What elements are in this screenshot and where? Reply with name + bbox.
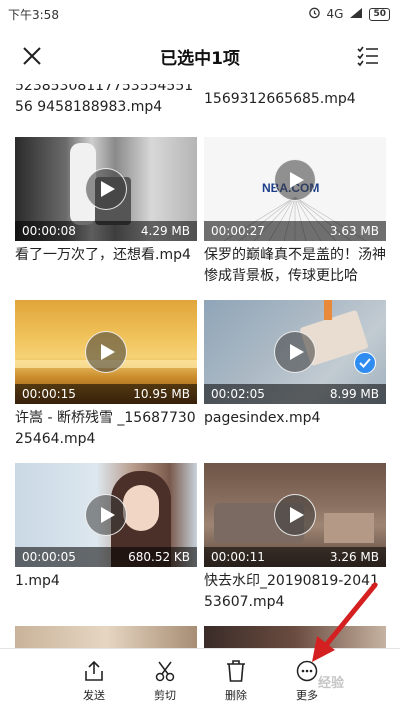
video-item[interactable]: 00:00:11 3.26 MB 快去水印_20190819-204153607…	[204, 463, 386, 613]
video-file-name: 快去水印_20190819-204153607.mp4	[204, 573, 379, 610]
play-icon[interactable]	[85, 331, 127, 373]
video-size: 3.63 MB	[329, 224, 379, 238]
page-title: 已选中1项	[160, 48, 240, 69]
play-icon[interactable]	[274, 159, 316, 201]
video-duration: 00:00:27	[211, 224, 265, 238]
send-label: 发送	[83, 689, 105, 702]
video-duration: 00:00:05	[22, 550, 76, 564]
video-thumbnail[interactable]: 00:00:05 680.52 KB	[15, 463, 197, 567]
video-duration: 00:02:05	[211, 387, 265, 401]
video-item[interactable]: 00:02:05 8.99 MB pagesindex.mp4	[204, 300, 386, 429]
video-size: 10.95 MB	[133, 387, 190, 401]
checklist-icon	[357, 46, 378, 67]
video-duration: 00:00:15	[22, 387, 76, 401]
video-meta: 00:00:08 4.29 MB	[15, 221, 197, 241]
video-item[interactable]: 00:00:05 680.52 KB 1.mp4	[15, 463, 197, 592]
delete-button[interactable]: 删除	[206, 659, 266, 703]
video-thumbnail[interactable]: 00:00:11 3.26 MB	[204, 463, 386, 567]
video-size: 680.52 KB	[128, 550, 190, 564]
status-bar: 下午3:58 4G 50	[0, 0, 400, 28]
partial-file-name: 1569312665685.mp4	[204, 91, 356, 107]
video-size: 8.99 MB	[329, 387, 379, 401]
video-item[interactable]: 00:00:15 10.95 MB 许嵩 - 断桥残雪 _15687730254…	[15, 300, 197, 450]
video-size: 4.29 MB	[140, 224, 190, 238]
select-all-button[interactable]	[354, 42, 382, 70]
video-file-name: 看了一万次了，还想看.mp4	[15, 247, 191, 263]
video-meta: 00:00:11 3.26 MB	[204, 547, 386, 567]
video-meta: 00:00:27 3.63 MB	[204, 221, 386, 241]
video-grid: 5238530811775355455156 9458188983.mp4 15…	[0, 84, 400, 648]
video-duration: 00:00:11	[211, 550, 265, 564]
cut-button[interactable]: 剪切	[135, 659, 195, 703]
video-file-name: 1.mp4	[15, 573, 60, 589]
scissors-icon	[153, 659, 177, 683]
selected-check-icon[interactable]	[354, 352, 376, 374]
battery-indicator: 50	[369, 7, 390, 21]
video-thumbnail[interactable]: 00:02:05 8.99 MB	[204, 300, 386, 404]
play-icon[interactable]	[274, 494, 316, 536]
video-meta: 00:00:05 680.52 KB	[15, 547, 197, 567]
watermark-text: 经验	[318, 676, 345, 691]
status-time: 下午3:58	[8, 7, 59, 22]
status-icons: 4G 50	[308, 6, 390, 22]
network-label: 4G	[326, 7, 344, 21]
play-icon[interactable]	[85, 494, 127, 536]
alarm-icon	[308, 6, 321, 22]
more-icon	[295, 659, 319, 683]
video-thumbnail[interactable]: 00:00:15 10.95 MB	[15, 300, 197, 404]
video-thumbnail-partial[interactable]	[204, 626, 386, 648]
video-file-name: 保罗的巅峰真不是盖的！汤神惨成背景板，传球更比哈	[204, 247, 386, 284]
video-file-name: 许嵩 - 断桥残雪 _1568773025464.mp4	[15, 410, 196, 447]
video-meta: 00:02:05 8.99 MB	[204, 384, 386, 404]
cut-label: 剪切	[154, 689, 176, 702]
signal-icon	[349, 7, 363, 22]
video-thumbnail[interactable]: NBA.COM 00:00:27 3.63 MB	[204, 137, 386, 241]
delete-label: 删除	[225, 689, 247, 702]
selection-header: 已选中1项	[0, 28, 400, 84]
more-label: 更多	[296, 689, 318, 702]
video-file-name: pagesindex.mp4	[204, 410, 321, 426]
play-icon[interactable]	[85, 168, 127, 210]
close-button[interactable]	[18, 42, 46, 70]
trash-icon	[224, 659, 248, 683]
close-icon	[23, 47, 41, 65]
share-icon	[82, 659, 106, 683]
video-duration: 00:00:08	[22, 224, 76, 238]
video-thumbnail[interactable]: 00:00:08 4.29 MB	[15, 137, 197, 241]
play-icon[interactable]	[274, 331, 316, 373]
send-button[interactable]: 发送	[64, 659, 124, 703]
video-item[interactable]: NBA.COM 00:00:27 3.63 MB 保罗的巅峰真不是盖的！汤神惨成…	[204, 137, 386, 287]
partial-file-name: 5238530811775355455156 9458188983.mp4	[15, 84, 194, 115]
video-size: 3.26 MB	[329, 550, 379, 564]
video-item[interactable]: 00:00:08 4.29 MB 看了一万次了，还想看.mp4	[15, 137, 197, 266]
video-thumbnail-partial[interactable]	[15, 626, 197, 648]
video-meta: 00:00:15 10.95 MB	[15, 384, 197, 404]
